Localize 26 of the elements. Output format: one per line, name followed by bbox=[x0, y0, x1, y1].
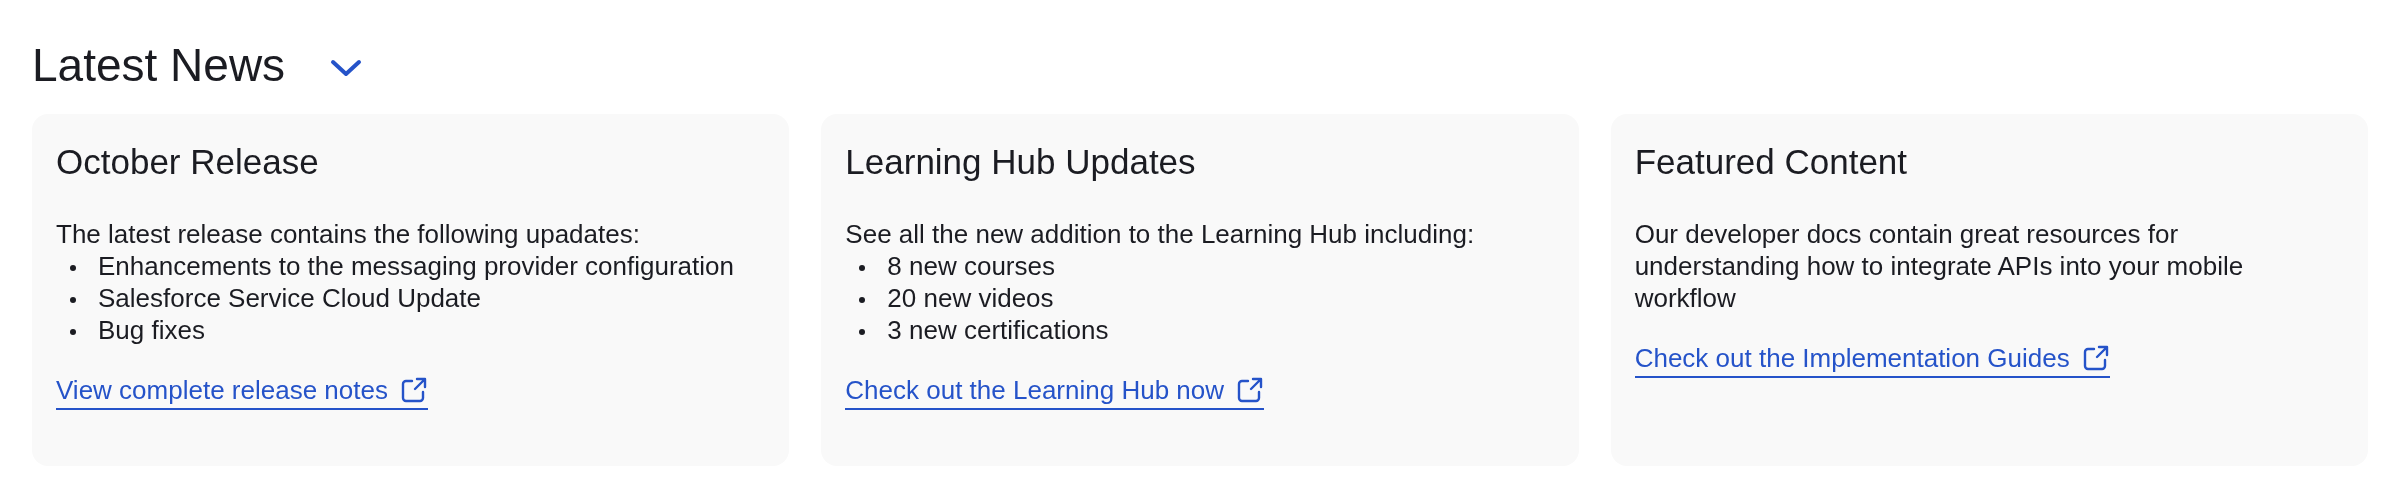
list-item: 8 new courses bbox=[887, 250, 1055, 282]
external-link[interactable]: View complete release notes bbox=[56, 374, 428, 410]
bullet-icon bbox=[859, 329, 866, 335]
external-link-icon bbox=[1236, 376, 1265, 404]
bullet-icon bbox=[859, 265, 866, 271]
section-title: Latest News bbox=[32, 38, 286, 92]
bullet-icon bbox=[70, 297, 76, 303]
list-item: Salesforce Service Cloud Update bbox=[98, 282, 481, 314]
bullet-icon bbox=[70, 329, 76, 335]
external-link[interactable]: Check out the Implementation Guides bbox=[1634, 342, 2110, 378]
external-link[interactable]: Check out the Learning Hub now bbox=[845, 374, 1265, 410]
card-title: Featured Content bbox=[1634, 141, 1909, 183]
card-text: Our developer docs contain great resources for understanding how to integrate APIs into your mobile workflow bbox=[1634, 218, 2245, 314]
bullet-icon bbox=[859, 297, 866, 303]
card-text: See all the new addition to the Learning Hub including: bbox=[845, 218, 1476, 250]
list-item: Enhancements to the messaging provider configuration bbox=[98, 250, 734, 282]
card-title: October Release bbox=[56, 141, 320, 183]
chevron-icon[interactable] bbox=[329, 57, 364, 79]
external-link-icon bbox=[399, 376, 428, 404]
card-text: The latest release contains the following upadates: bbox=[56, 218, 641, 250]
external-link-icon bbox=[2081, 344, 2110, 372]
list-item: 20 new videos bbox=[887, 282, 1054, 314]
list-item: Bug fixes bbox=[98, 314, 205, 346]
bullet-icon bbox=[70, 265, 76, 271]
list-item: 3 new certifications bbox=[887, 314, 1109, 346]
card-title: Learning Hub Updates bbox=[845, 141, 1197, 183]
